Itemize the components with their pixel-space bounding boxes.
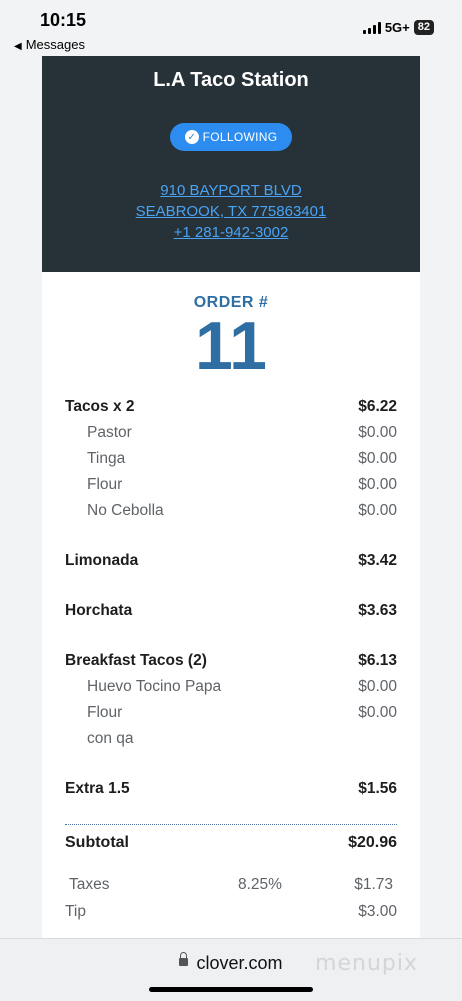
store-address: 910 BAYPORT BLVD SEABROOK, TX 775863401 …	[42, 180, 420, 243]
line-item: Breakfast Tacos (2) $6.13	[65, 648, 397, 674]
taxes-row: Taxes 8.25% $1.73	[65, 876, 397, 896]
subtotal-row: Subtotal $20.96	[65, 834, 397, 852]
battery-icon: 82	[413, 20, 434, 35]
item-price: $6.22	[358, 398, 397, 415]
item-price: $1.56	[358, 780, 397, 797]
tip-row: Tip $3.00	[65, 903, 397, 921]
modifier-price: $0.00	[358, 450, 397, 467]
modifier-price: $0.00	[358, 704, 397, 721]
modifier-price: $0.00	[358, 424, 397, 441]
item-modifier: Pastor $0.00	[65, 420, 397, 446]
check-icon: ✓	[184, 130, 199, 144]
item-price: $3.63	[358, 602, 397, 619]
item-modifier: Huevo Tocino Papa $0.00	[65, 674, 397, 700]
receipt-card: L.A Taco Station ✓ FOLLOWING 910 BAYPORT…	[42, 56, 420, 938]
address-line2-link[interactable]: SEABROOK, TX 775863401	[42, 201, 420, 222]
item-name: Tacos x 2	[65, 398, 135, 415]
totals-divider	[65, 824, 397, 825]
line-item: Limonada $3.42	[65, 548, 397, 574]
following-label: FOLLOWING	[202, 130, 278, 144]
item-modifier: No Cebolla $0.00	[65, 498, 397, 524]
back-arrow-icon: ◀	[14, 41, 22, 52]
url-text: clover.com	[196, 953, 283, 973]
modifier-name: No Cebolla	[87, 502, 164, 519]
item-price: $3.42	[358, 552, 397, 569]
watermark: menupix	[315, 951, 418, 976]
tip-value: $3.00	[358, 903, 397, 920]
subtotal-value: $20.96	[348, 834, 397, 851]
item-name: Limonada	[65, 552, 139, 569]
back-to-messages-button[interactable]: ◀ Messages	[14, 37, 85, 52]
item-modifier: Flour $0.00	[65, 472, 397, 498]
taxes-rate: 8.25%	[238, 876, 282, 893]
item-name: Extra 1.5	[65, 780, 130, 797]
modifier-name: Huevo Tocino Papa	[87, 678, 222, 695]
back-label: Messages	[25, 37, 85, 52]
status-bar: 10:15 ◀ Messages 5G+ 82	[0, 0, 462, 56]
status-indicators: 5G+ 82	[362, 20, 434, 35]
item-name: Horchata	[65, 602, 133, 619]
modifier-name: con qa	[87, 730, 134, 747]
status-time: 10:15	[40, 10, 87, 30]
home-indicator[interactable]	[149, 987, 313, 992]
line-item: Tacos x 2 $6.22	[65, 394, 397, 420]
tip-label: Tip	[65, 903, 86, 920]
item-name: Breakfast Tacos (2)	[65, 652, 207, 669]
phone-link[interactable]: +1 281-942-3002	[42, 222, 420, 243]
taxes-value: $1.73	[354, 876, 393, 893]
lock-icon	[179, 952, 189, 967]
item-modifier: Flour $0.00	[65, 700, 397, 726]
order-number: 11	[195, 308, 267, 384]
modifier-name: Pastor	[87, 424, 132, 441]
item-modifier: Tinga $0.00	[65, 446, 397, 472]
signal-icon	[362, 21, 381, 34]
item-modifier: con qa	[65, 726, 397, 752]
modifier-price: $0.00	[358, 476, 397, 493]
modifier-price: $0.00	[358, 502, 397, 519]
taxes-label: Taxes	[69, 876, 110, 893]
store-header: L.A Taco Station ✓ FOLLOWING 910 BAYPORT…	[42, 56, 420, 272]
item-price: $6.13	[358, 652, 397, 669]
modifier-name: Flour	[87, 476, 123, 493]
line-items: Tacos x 2 $6.22 Pastor $0.00 Tinga $0.00 Flour…	[65, 394, 397, 802]
modifier-price: $0.00	[358, 678, 397, 695]
line-item: Horchata $3.63	[65, 598, 397, 624]
browser-url-bar[interactable]: clover.com menupix	[0, 938, 462, 1001]
store-name: L.A Taco Station	[153, 69, 309, 91]
subtotal-label: Subtotal	[65, 834, 129, 851]
network-type: 5G+	[384, 20, 410, 35]
following-button[interactable]: ✓ FOLLOWING	[170, 123, 292, 151]
modifier-name: Tinga	[87, 450, 126, 467]
modifier-name: Flour	[87, 704, 123, 721]
address-line1-link[interactable]: 910 BAYPORT BLVD	[42, 180, 420, 201]
line-item: Extra 1.5 $1.56	[65, 776, 397, 802]
